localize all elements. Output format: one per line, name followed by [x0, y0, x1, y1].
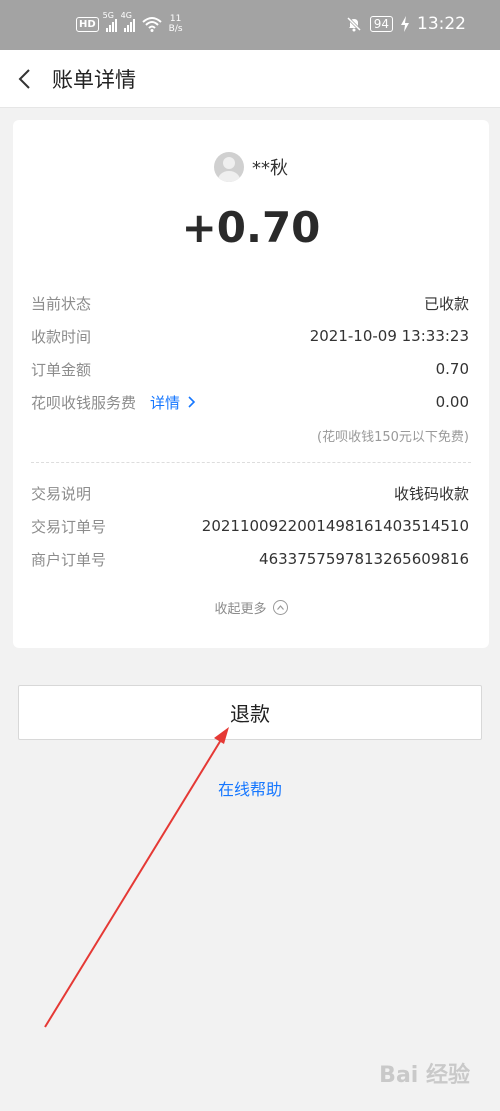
detail-row-trade-no: 交易订单号 2021100922001498161403514510: [31, 514, 469, 538]
detail-row-order-amount: 订单金额 0.70: [31, 357, 469, 381]
refund-button[interactable]: 退款: [18, 685, 482, 740]
chevron-up-icon: [272, 600, 288, 615]
avatar-icon: [214, 152, 244, 182]
status-bar: HD 5G 4G 11 B/s 94 13:22: [0, 0, 500, 50]
fee-detail-link[interactable]: 详情: [150, 392, 196, 413]
online-help-link[interactable]: 在线帮助: [0, 776, 500, 800]
divider: [31, 462, 471, 463]
status-bar-right: 94 13:22: [346, 14, 466, 34]
back-chevron-icon[interactable]: [14, 67, 38, 91]
amount: +0.70: [181, 203, 321, 252]
network-speed: 11 B/s: [169, 14, 183, 34]
detail-value: 收钱码收款: [393, 484, 469, 503]
status-bar-left: HD 5G 4G 11 B/s: [76, 11, 183, 34]
detail-label: 交易订单号: [31, 517, 107, 536]
payer-name: **秋: [252, 158, 288, 179]
signal-4g-label: 4G: [120, 11, 132, 20]
fee-note: (花呗收钱150元以下免费): [317, 430, 469, 445]
status-time: 13:22: [417, 14, 466, 34]
detail-row-status: 当前状态 已收款: [31, 291, 469, 315]
battery-icon: 94: [369, 16, 393, 32]
fee-detail-link-text[interactable]: 详情: [150, 394, 180, 412]
detail-row-time: 收款时间 2021-10-09 13:33:23: [31, 324, 469, 348]
bill-card: **秋 +0.70 当前状态 已收款 收款时间 2021-10-09 13:33…: [13, 120, 489, 648]
detail-value: 2021100922001498161403514510: [201, 517, 469, 535]
mute-bell-icon: [346, 16, 361, 32]
detail-row-merchant-no: 商户订单号 4633757597813265609816: [31, 547, 469, 571]
detail-value: 4633757597813265609816: [259, 550, 469, 568]
signal-5g-icon: 5G: [103, 11, 117, 32]
detail-label: 当前状态: [31, 294, 92, 313]
collapse-more-label[interactable]: 收起更多: [214, 598, 266, 617]
detail-label: 花呗收钱服务费 详情: [31, 392, 196, 413]
detail-row-description: 交易说明 收钱码收款: [31, 481, 469, 505]
detail-label: 交易说明: [31, 484, 92, 503]
detail-value: 0.00: [435, 393, 469, 411]
charging-icon: [401, 16, 409, 32]
network-speed-value: 11: [169, 14, 182, 24]
detail-value: 0.70: [435, 360, 469, 378]
hd-icon: HD: [76, 16, 99, 32]
detail-value: 2021-10-09 13:33:23: [309, 327, 469, 345]
collapse-more-button[interactable]: 收起更多: [13, 598, 489, 617]
detail-row-service-fee: 花呗收钱服务费 详情 0.00: [31, 390, 469, 414]
service-fee-label: 花呗收钱服务费: [31, 393, 137, 412]
watermark: Bai 经验: [379, 1063, 470, 1088]
detail-label: 商户订单号: [31, 550, 107, 569]
payer-info: **秋: [13, 152, 489, 182]
network-speed-unit: B/s: [168, 24, 183, 34]
detail-value: 已收款: [423, 294, 469, 313]
chevron-right-icon: [188, 395, 195, 408]
wifi-icon: [142, 17, 162, 32]
page-title: 账单详情: [52, 68, 136, 92]
detail-label: 订单金额: [31, 360, 92, 379]
detail-label: 收款时间: [31, 327, 92, 346]
nav-header: 账单详情: [0, 50, 500, 108]
signal-4g-icon: 4G: [121, 11, 135, 32]
signal-5g-label: 5G: [102, 11, 114, 20]
